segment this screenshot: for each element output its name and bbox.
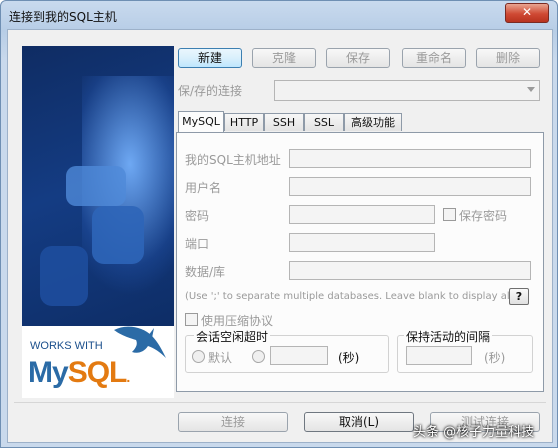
compression-checkbox[interactable] <box>185 313 198 326</box>
keepalive-input[interactable] <box>406 346 472 365</box>
tab-ssl[interactable]: SSL <box>304 113 344 131</box>
footer-divider <box>14 402 546 403</box>
password-label: 密码 <box>185 209 210 223</box>
port-label: 端口 <box>185 237 210 251</box>
tab-http[interactable]: HTTP <box>224 113 264 131</box>
idle-unit-label: (秒) <box>338 351 360 365</box>
cancel-button[interactable]: 取消(L) <box>304 412 414 432</box>
puzzle-piece-icon <box>66 166 126 206</box>
delete-button[interactable]: 删除 <box>476 48 540 68</box>
dialog-window: 连接到我的SQL主机 ✕ WORKS WITH MySQL. 新建 克隆 保存 … <box>0 0 558 448</box>
tab-ssh[interactable]: SSH <box>264 113 304 131</box>
help-button[interactable]: ? <box>509 288 529 305</box>
mysql-tab-panel: 我的SQL主机地址 用户名 密码 保存密码 端口 数据/库 (Use ';' t… <box>176 132 544 392</box>
saved-connections-label: 保/存的连接 <box>178 84 243 98</box>
puzzle-piece-icon <box>40 246 88 306</box>
idle-default-radio[interactable] <box>192 350 205 363</box>
close-button[interactable]: ✕ <box>505 3 549 23</box>
window-title: 连接到我的SQL主机 <box>9 10 117 24</box>
idle-timeout-input[interactable] <box>270 346 328 365</box>
save-button[interactable]: 保存 <box>326 48 390 68</box>
save-password-label: 保存密码 <box>459 209 508 223</box>
close-icon: ✕ <box>521 5 533 19</box>
chevron-down-icon <box>527 87 535 92</box>
tab-advanced[interactable]: 高级功能 <box>344 113 402 131</box>
idle-custom-radio[interactable] <box>252 350 265 363</box>
idle-timeout-group: 会话空闲超时 默认 (秒) <box>185 328 389 373</box>
new-button[interactable]: 新建 <box>178 48 242 68</box>
port-input[interactable] <box>289 233 435 252</box>
clone-button[interactable]: 克隆 <box>252 48 316 68</box>
host-label: 我的SQL主机地址 <box>185 153 281 167</box>
idle-timeout-label: 会话空闲超时 <box>194 328 271 345</box>
compression-label: 使用压缩协议 <box>201 314 274 328</box>
database-hint: (Use ';' to separate multiple databases.… <box>185 291 517 302</box>
keepalive-unit-label: (秒) <box>484 351 506 365</box>
keepalive-label: 保持活动的间隔 <box>404 328 493 345</box>
host-input[interactable] <box>289 149 531 168</box>
dialog-body: WORKS WITH MySQL. 新建 克隆 保存 重命名 删除 保/存的连接… <box>7 29 553 443</box>
puzzle-piece-icon <box>92 206 144 264</box>
watermark-text: 头条 @核子力量科技 <box>413 425 535 440</box>
works-with-text: WORKS WITH <box>30 340 103 352</box>
puzzle-artwork: WORKS WITH MySQL. <box>22 46 174 398</box>
database-label: 数据/库 <box>185 265 226 279</box>
database-input[interactable] <box>289 261 531 280</box>
save-password-checkbox[interactable] <box>443 208 456 221</box>
mysql-wordmark: MySQL. <box>28 356 130 389</box>
keepalive-group: 保持活动的间隔 (秒) <box>397 328 533 373</box>
connect-button[interactable]: 连接 <box>178 412 288 432</box>
rename-button[interactable]: 重命名 <box>402 48 466 68</box>
saved-connections-dropdown[interactable] <box>274 80 540 101</box>
username-label: 用户名 <box>185 181 222 195</box>
works-with-mysql-logo: WORKS WITH MySQL. <box>22 326 174 398</box>
tab-mysql[interactable]: MySQL <box>178 111 224 132</box>
idle-default-label: 默认 <box>208 351 233 365</box>
title-bar[interactable]: 连接到我的SQL主机 ✕ <box>1 1 557 29</box>
password-input[interactable] <box>289 205 435 224</box>
username-input[interactable] <box>289 177 531 196</box>
